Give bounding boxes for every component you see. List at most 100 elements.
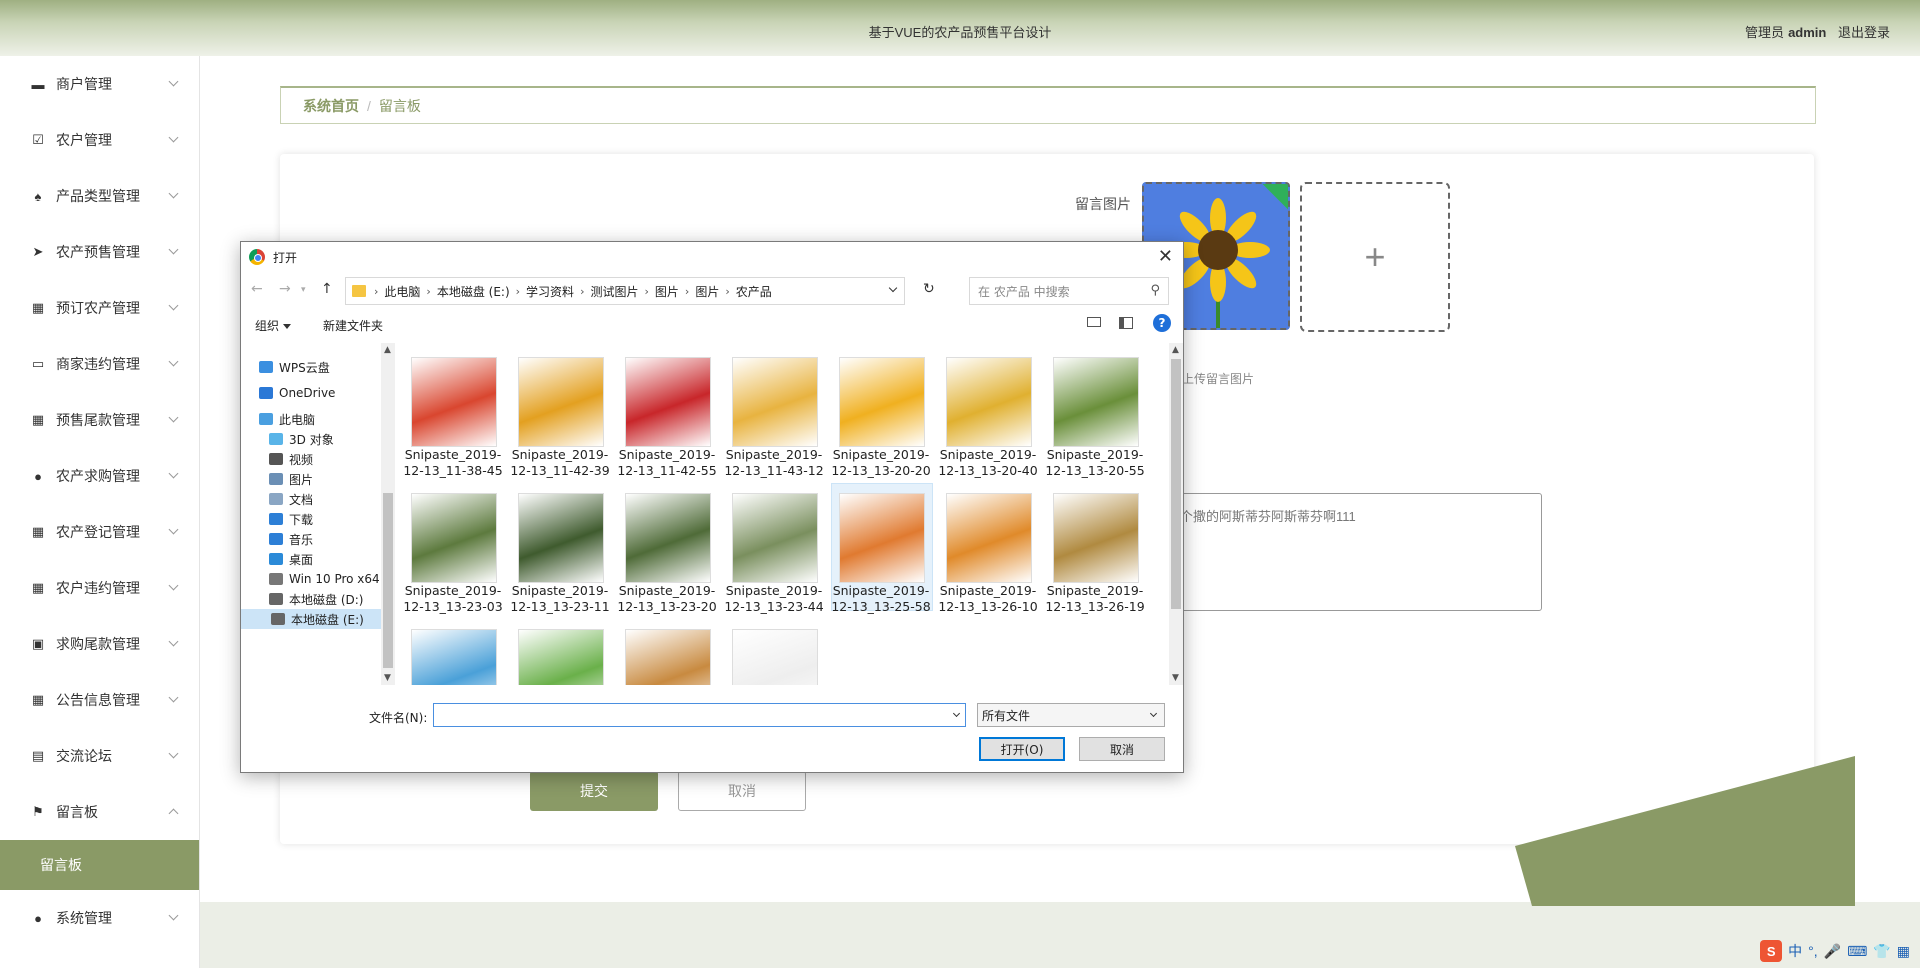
sidebar-item[interactable]: ▤ 交流论坛	[0, 728, 199, 784]
message-content-textarea[interactable]: 个十多个撒的阿斯蒂芬阿斯蒂芬啊111	[1130, 493, 1542, 611]
file-item[interactable]	[508, 615, 612, 685]
forward-arrow-icon[interactable]: →	[279, 281, 291, 297]
file-item[interactable]: Snipaste_2019- 12-13_13-23-03	[401, 479, 505, 614]
file-item[interactable]: Snipaste_2019- 12-13_11-38-45	[401, 343, 505, 478]
file-item[interactable]: Snipaste_2019- 12-13_13-20-55	[1043, 343, 1147, 478]
open-button[interactable]: 打开(O)	[979, 737, 1065, 761]
new-folder-button[interactable]: 新建文件夹	[323, 317, 383, 334]
cancel-button[interactable]: 取消	[678, 771, 806, 811]
sidebar-item[interactable]: ▣ 求购尾款管理	[0, 616, 199, 672]
path-segment[interactable]: 学习资料	[526, 283, 574, 300]
file-item[interactable]: Snipaste_2019- 12-13_13-20-20	[829, 343, 933, 478]
nav-pane-scrollbar[interactable]: ▲ ▼	[381, 343, 395, 685]
breadcrumb-home[interactable]: 系统首页	[303, 96, 359, 116]
chevron-down-icon[interactable]	[952, 709, 961, 718]
path-segment[interactable]: 此电脑	[384, 283, 420, 300]
close-icon[interactable]: ✕	[1158, 246, 1173, 267]
path-separator-icon[interactable]: ›	[426, 285, 430, 298]
sidebar-item[interactable]: ▦ 预售尾款管理	[0, 392, 199, 448]
path-separator-icon[interactable]: ›	[374, 285, 378, 298]
ime-mode[interactable]: 中	[1788, 941, 1802, 961]
scroll-down-icon[interactable]: ▼	[1172, 673, 1179, 683]
path-segment[interactable]: 农产品	[736, 283, 772, 300]
sidebar-item[interactable]: ▭ 商家违约管理	[0, 336, 199, 392]
path-segment[interactable]: 图片	[655, 283, 679, 300]
nav-pane-item[interactable]: 音乐	[241, 529, 381, 549]
sidebar-subitem-active[interactable]: 留言板	[0, 840, 199, 890]
file-scroll-thumb[interactable]	[1171, 359, 1181, 609]
path-segment[interactable]: 图片	[695, 283, 719, 300]
file-item[interactable]: Snipaste_2019- 12-13_13-23-11	[508, 479, 612, 614]
nav-pane-item[interactable]: Win 10 Pro x64	[241, 569, 381, 589]
nav-pane-item[interactable]: 视频	[241, 449, 381, 469]
nav-pane-item[interactable]: 本地磁盘 (E:)	[241, 609, 381, 629]
chevron-down-icon[interactable]	[888, 283, 898, 293]
filetype-select[interactable]: 所有文件	[977, 703, 1165, 727]
keyboard-icon[interactable]: ⌨	[1847, 943, 1867, 960]
file-item[interactable]	[615, 615, 719, 685]
nav-pane-item[interactable]: WPS云盘	[241, 357, 381, 377]
path-separator-icon[interactable]: ›	[516, 285, 520, 298]
sidebar-item[interactable]: ▦ 预订农产管理	[0, 280, 199, 336]
file-item[interactable]: Snipaste_2019- 12-13_11-42-55	[615, 343, 719, 478]
nav-pane-item[interactable]: 本地磁盘 (D:)	[241, 589, 381, 609]
nav-pane-item[interactable]: 文档	[241, 489, 381, 509]
file-item[interactable]	[722, 615, 826, 685]
file-list-scrollbar[interactable]: ▲ ▼	[1169, 343, 1183, 685]
scroll-up-icon[interactable]: ▲	[1172, 345, 1179, 355]
preview-pane-icon[interactable]	[1119, 317, 1133, 329]
submit-button[interactable]: 提交	[530, 771, 658, 811]
sidebar-item-system[interactable]: ● 系统管理	[0, 890, 199, 946]
path-separator-icon[interactable]: ›	[685, 285, 689, 298]
skin-icon[interactable]: 👕	[1873, 943, 1890, 960]
sidebar-item[interactable]: ⚑ 留言板	[0, 784, 199, 840]
nav-pane-item[interactable]: 下载	[241, 509, 381, 529]
file-item[interactable]: Snipaste_2019- 12-13_13-26-19	[1043, 479, 1147, 614]
sidebar-item[interactable]: ● 农产求购管理	[0, 448, 199, 504]
nav-pane-item[interactable]: 此电脑	[241, 409, 381, 429]
nav-scroll-thumb[interactable]	[383, 493, 393, 668]
back-arrow-icon[interactable]: ←	[251, 281, 263, 297]
nav-pane-item[interactable]: OneDrive	[241, 383, 381, 403]
file-item[interactable]: Snipaste_2019- 12-13_13-25-58	[829, 479, 933, 614]
recent-chevron-icon[interactable]: ▾	[301, 285, 306, 295]
path-separator-icon[interactable]: ›	[580, 285, 584, 298]
file-item[interactable]: Snipaste_2019- 12-13_13-23-20	[615, 479, 719, 614]
sidebar-item[interactable]: ▦ 农产登记管理	[0, 504, 199, 560]
help-icon[interactable]: ?	[1153, 314, 1171, 332]
sidebar-item[interactable]: ▬ 商户管理	[0, 56, 199, 112]
path-segment[interactable]: 测试图片	[590, 283, 638, 300]
sidebar-item[interactable]: ➤ 农产预售管理	[0, 224, 199, 280]
view-options-icon[interactable]	[1087, 317, 1101, 327]
address-bar[interactable]: › 此电脑 › 本地磁盘 (E:) › 学习资料 › 测试图片 › 图片 › 图片 › 农产品	[345, 277, 905, 305]
path-separator-icon[interactable]: ›	[725, 285, 729, 298]
file-item[interactable]: Snipaste_2019- 12-13_11-43-12	[722, 343, 826, 478]
add-image-button[interactable]: +	[1300, 182, 1450, 332]
logout-link[interactable]: 退出登录	[1838, 25, 1890, 40]
filename-input[interactable]	[433, 703, 966, 727]
toolbox-icon[interactable]: ▦	[1897, 943, 1910, 960]
file-item[interactable]: Snipaste_2019- 12-13_13-20-40	[936, 343, 1040, 478]
scroll-down-icon[interactable]: ▼	[384, 673, 391, 683]
sidebar-item[interactable]: ♠ 产品类型管理	[0, 168, 199, 224]
organize-menu[interactable]: 组织	[255, 317, 292, 334]
dialog-cancel-button[interactable]: 取消	[1079, 737, 1165, 761]
file-item[interactable]: Snipaste_2019- 12-13_13-26-10	[936, 479, 1040, 614]
sogou-logo-icon[interactable]: S	[1760, 940, 1783, 962]
up-arrow-icon[interactable]: ↑	[321, 281, 333, 297]
scroll-up-icon[interactable]: ▲	[384, 345, 391, 355]
microphone-icon[interactable]: 🎤	[1824, 943, 1841, 960]
file-item[interactable]: Snipaste_2019- 12-13_11-42-39	[508, 343, 612, 478]
search-input[interactable]: 在 农产品 中搜索 ⚲	[969, 277, 1169, 305]
nav-pane-item[interactable]: 3D 对象	[241, 429, 381, 449]
refresh-icon[interactable]: ↻	[923, 281, 935, 297]
sidebar-item[interactable]: ▦ 农户违约管理	[0, 560, 199, 616]
path-separator-icon[interactable]: ›	[644, 285, 648, 298]
nav-pane-item[interactable]: 桌面	[241, 549, 381, 569]
path-segment[interactable]: 本地磁盘 (E:)	[437, 283, 510, 300]
nav-pane-item[interactable]: 图片	[241, 469, 381, 489]
file-item[interactable]: Snipaste_2019- 12-13_13-23-44	[722, 479, 826, 614]
punctuation-icon[interactable]: °,	[1808, 943, 1818, 959]
sidebar-item[interactable]: ☑ 农户管理	[0, 112, 199, 168]
file-item[interactable]	[401, 615, 505, 685]
